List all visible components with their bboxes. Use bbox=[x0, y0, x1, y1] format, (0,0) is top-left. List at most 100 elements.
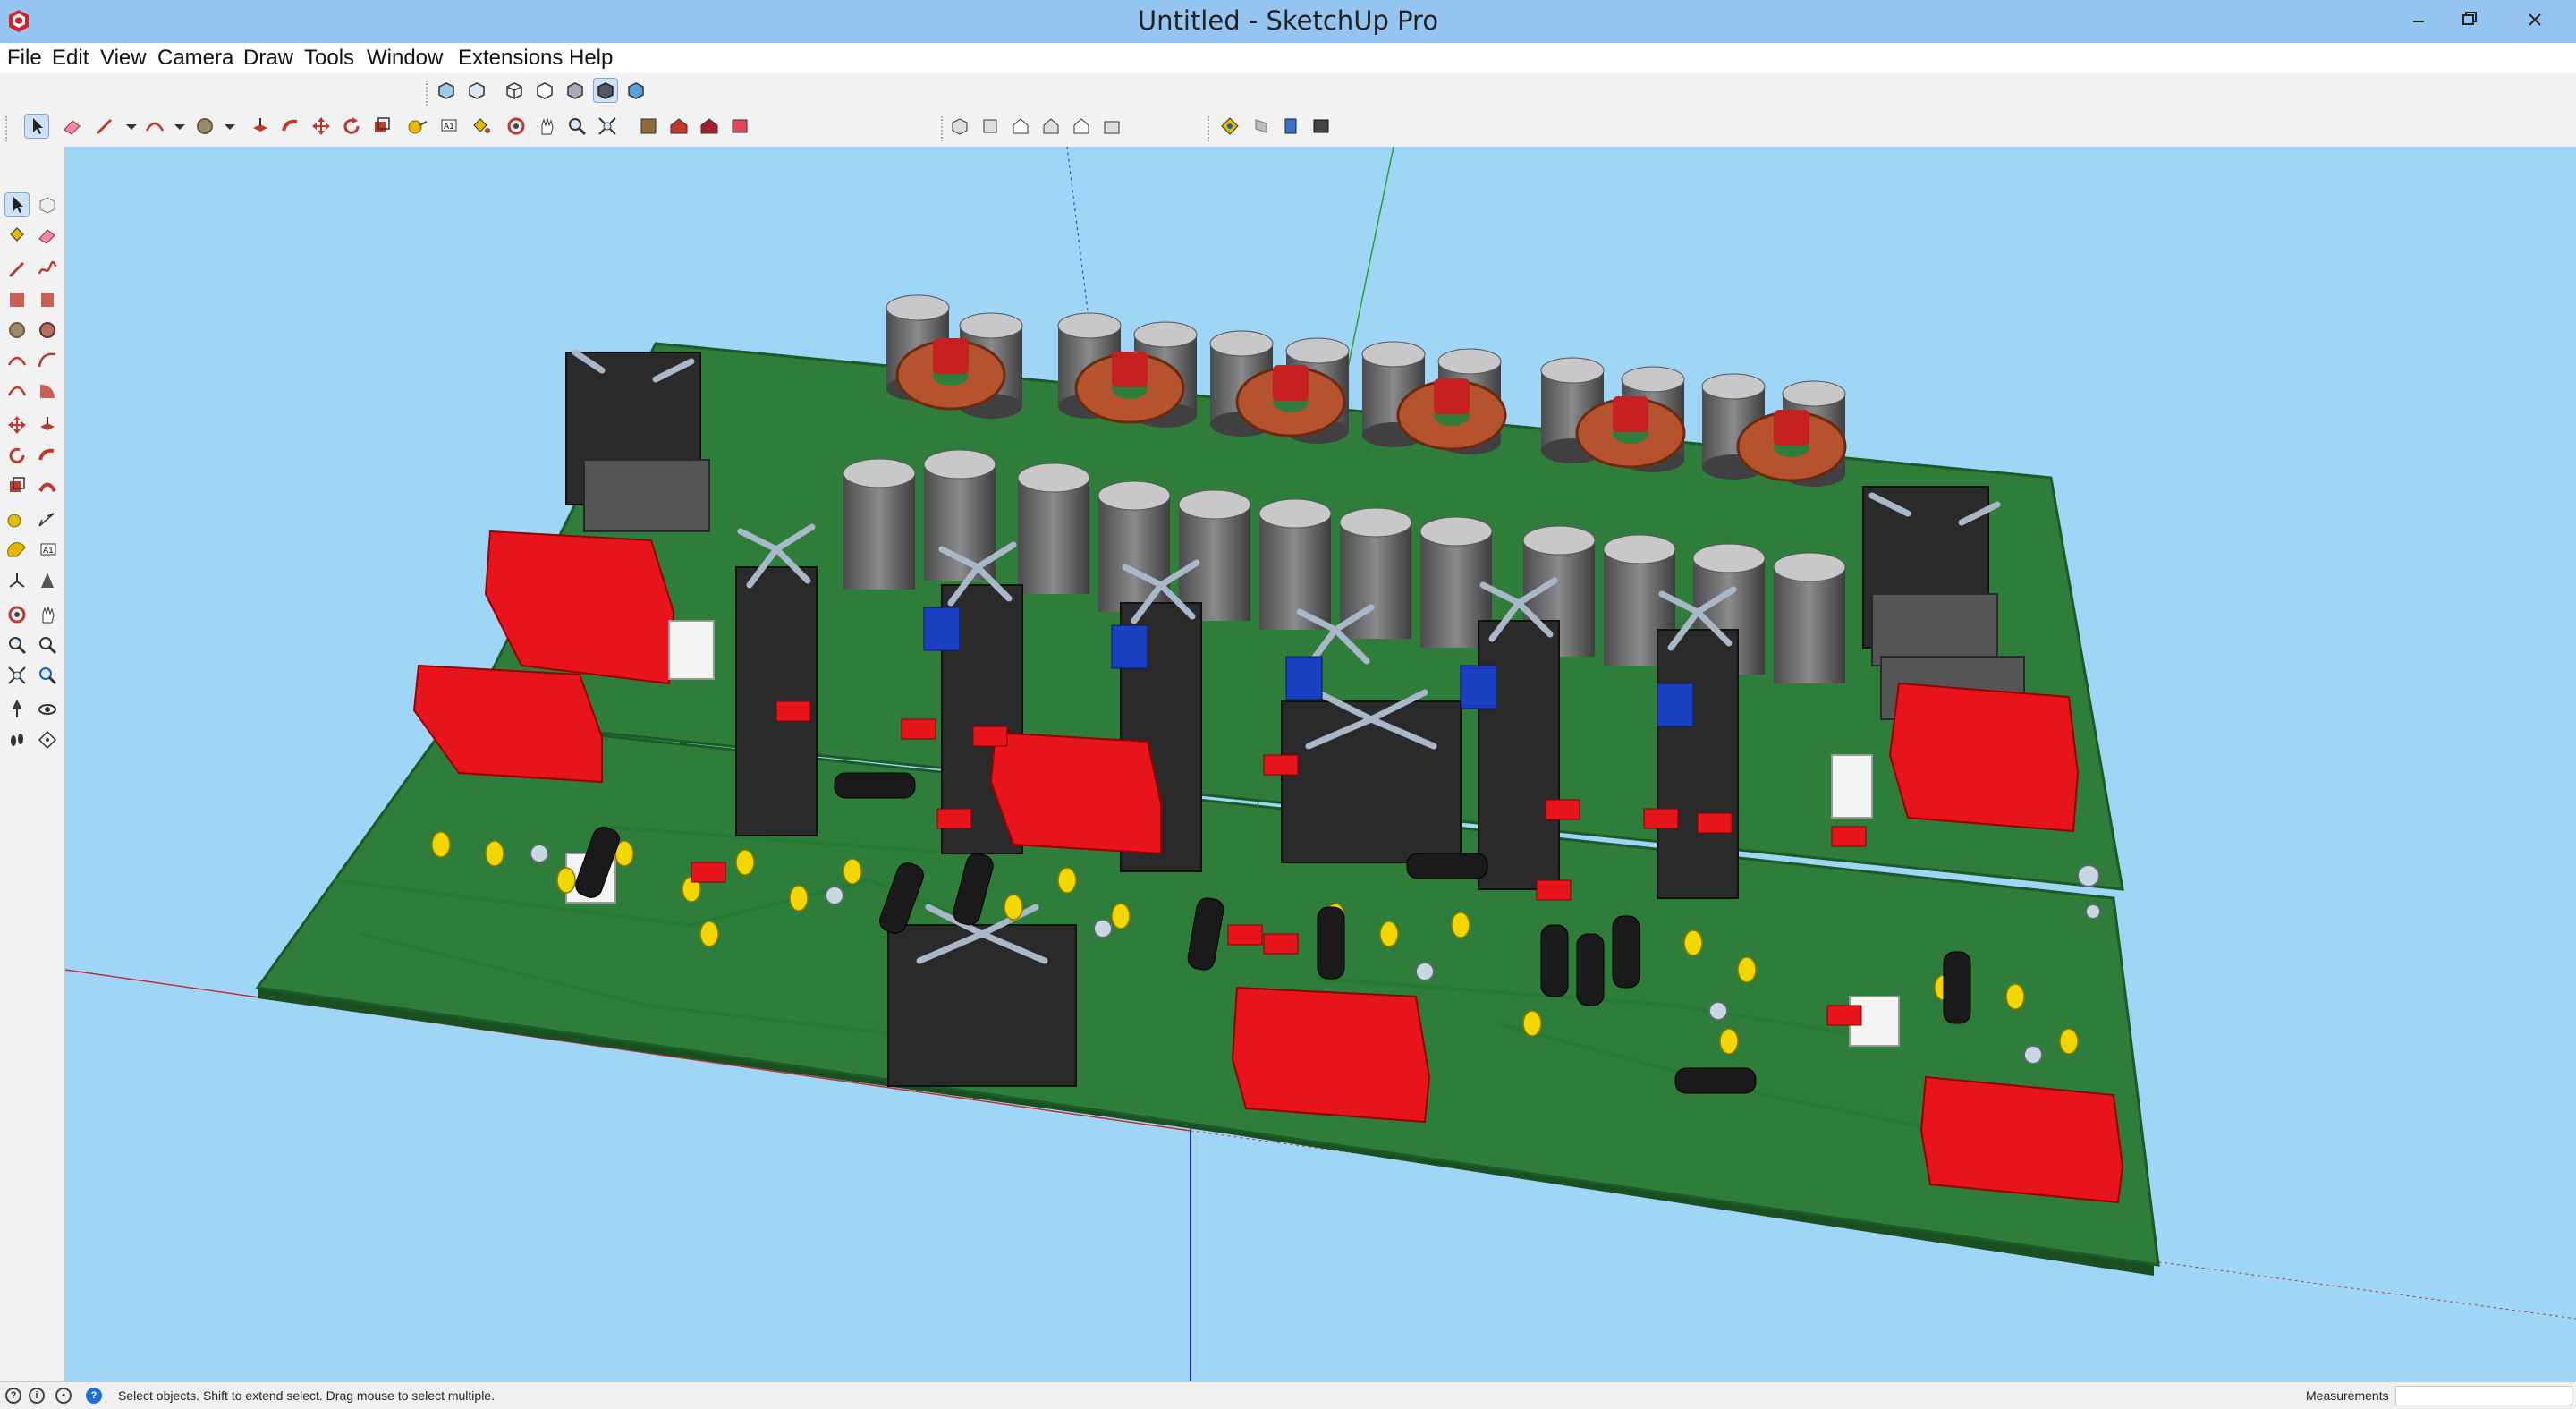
extension-warehouse-icon[interactable] bbox=[698, 115, 721, 138]
zoom-extents-tool-icon[interactable] bbox=[596, 115, 619, 138]
paint-bucket-tool-icon[interactable] bbox=[5, 224, 29, 247]
eraser-tool-icon[interactable] bbox=[36, 224, 59, 247]
tape-measure-tool-icon[interactable] bbox=[406, 115, 429, 138]
measurements-input[interactable] bbox=[2395, 1386, 2572, 1405]
dropdown-arrow-icon[interactable] bbox=[120, 115, 143, 138]
shaded-textures-style-icon[interactable] bbox=[593, 78, 618, 103]
dimension-tool-icon[interactable] bbox=[36, 508, 59, 531]
back-edges-style-icon[interactable] bbox=[465, 79, 488, 102]
polygon-tool-icon[interactable] bbox=[36, 318, 59, 342]
geo-location-icon[interactable]: ? bbox=[5, 1388, 21, 1404]
orbit-tool-icon[interactable] bbox=[504, 115, 528, 138]
iso-view-icon[interactable] bbox=[948, 115, 971, 138]
3d-text-tool-icon[interactable] bbox=[36, 569, 59, 592]
look-around-icon[interactable] bbox=[36, 698, 59, 721]
tape-measure-tool-icon[interactable] bbox=[5, 508, 29, 531]
push-pull-tool-icon[interactable] bbox=[36, 413, 59, 437]
three-point-arc-tool-icon[interactable] bbox=[5, 379, 29, 403]
menu-window[interactable]: Window bbox=[363, 46, 446, 71]
left-view-icon[interactable] bbox=[1100, 115, 1123, 138]
zoom-tool-icon[interactable] bbox=[5, 633, 29, 657]
circle-tool-icon[interactable] bbox=[193, 115, 216, 138]
3d-warehouse-icon[interactable] bbox=[667, 115, 691, 138]
zoom-window-tool-icon[interactable] bbox=[36, 633, 59, 657]
restore-button[interactable] bbox=[2444, 4, 2494, 36]
scale-tool-icon[interactable] bbox=[5, 474, 29, 497]
make-component-icon[interactable] bbox=[36, 193, 59, 216]
offset-tool-icon[interactable] bbox=[36, 474, 59, 497]
text-tool-icon[interactable]: A1 bbox=[436, 115, 460, 138]
toolbar-grip[interactable] bbox=[941, 116, 946, 141]
toolbar-grip[interactable] bbox=[426, 81, 431, 106]
eraser-tool-icon[interactable] bbox=[61, 115, 84, 138]
menu-view[interactable]: View bbox=[97, 46, 150, 71]
move-tool-icon[interactable] bbox=[309, 115, 333, 138]
text-tool-icon[interactable]: A1 bbox=[36, 539, 59, 562]
restore-icon bbox=[2462, 12, 2477, 25]
position-camera-icon[interactable] bbox=[5, 698, 29, 721]
pan-tool-icon[interactable] bbox=[36, 603, 59, 626]
two-point-arc-tool-icon[interactable] bbox=[36, 349, 59, 372]
move-tool-icon[interactable] bbox=[5, 413, 29, 437]
account-icon[interactable]: • bbox=[55, 1388, 72, 1404]
protractor-tool-icon[interactable] bbox=[5, 539, 29, 562]
minimize-button[interactable] bbox=[2394, 4, 2444, 36]
arc-tool-icon[interactable] bbox=[143, 115, 166, 138]
menu-file[interactable]: File bbox=[4, 46, 46, 71]
follow-me-tool-icon[interactable] bbox=[36, 444, 59, 467]
front-view-icon[interactable] bbox=[1009, 115, 1032, 138]
display-section-plane-icon[interactable] bbox=[1249, 115, 1272, 138]
circle-tool-icon[interactable] bbox=[5, 318, 29, 342]
select-tool-icon[interactable] bbox=[24, 114, 49, 139]
menu-tools[interactable]: Tools bbox=[301, 46, 358, 71]
zoom-extents-tool-icon[interactable] bbox=[5, 664, 29, 687]
dropdown-arrow-icon[interactable] bbox=[218, 115, 242, 138]
rotated-rectangle-tool-icon[interactable] bbox=[36, 288, 59, 311]
scale-tool-icon[interactable] bbox=[370, 115, 394, 138]
freehand-tool-icon[interactable] bbox=[36, 258, 59, 281]
axes-tool-icon[interactable] bbox=[5, 569, 29, 592]
rectangle-tool-icon[interactable] bbox=[5, 288, 29, 311]
menu-edit[interactable]: Edit bbox=[48, 46, 92, 71]
xray-style-icon[interactable] bbox=[435, 79, 458, 102]
arc-tool-icon[interactable] bbox=[5, 349, 29, 372]
menu-help[interactable]: Help bbox=[565, 46, 616, 71]
shaded-style-icon[interactable] bbox=[564, 79, 587, 102]
right-view-icon[interactable] bbox=[1039, 115, 1063, 138]
monochrome-style-icon[interactable] bbox=[624, 79, 648, 102]
line-tool-icon[interactable] bbox=[5, 258, 29, 281]
previous-view-icon[interactable] bbox=[36, 664, 59, 687]
paint-bucket-tool-icon[interactable] bbox=[469, 115, 492, 138]
toolbar-grip[interactable] bbox=[5, 116, 11, 141]
section-plane-icon[interactable] bbox=[1218, 115, 1241, 138]
menu-draw[interactable]: Draw bbox=[240, 46, 297, 71]
send-to-layout-icon[interactable] bbox=[728, 115, 751, 138]
wireframe-style-icon[interactable] bbox=[503, 79, 526, 102]
follow-me-tool-icon[interactable] bbox=[279, 115, 302, 138]
pie-tool-icon[interactable] bbox=[36, 379, 59, 403]
line-tool-icon[interactable] bbox=[93, 115, 116, 138]
credits-icon[interactable]: i bbox=[29, 1388, 45, 1404]
section-plane-icon[interactable] bbox=[36, 728, 59, 751]
rotate-tool-icon[interactable] bbox=[340, 115, 363, 138]
push-pull-tool-icon[interactable] bbox=[249, 115, 272, 138]
menu-extensions[interactable]: Extensions bbox=[454, 46, 566, 71]
top-view-icon[interactable] bbox=[979, 115, 1002, 138]
3d-viewport[interactable] bbox=[65, 147, 2576, 1381]
components-icon[interactable] bbox=[637, 115, 660, 138]
display-section-cut-icon[interactable] bbox=[1279, 115, 1302, 138]
select-tool-icon[interactable] bbox=[4, 192, 30, 217]
menu-camera[interactable]: Camera bbox=[154, 46, 237, 71]
walk-icon[interactable] bbox=[5, 728, 29, 751]
display-section-fill-icon[interactable] bbox=[1309, 115, 1333, 138]
pan-tool-icon[interactable] bbox=[535, 115, 558, 138]
instructor-icon[interactable]: ? bbox=[86, 1388, 102, 1404]
dropdown-arrow-icon[interactable] bbox=[168, 115, 191, 138]
rotate-tool-icon[interactable] bbox=[5, 444, 29, 467]
toolbar-grip[interactable] bbox=[1208, 116, 1213, 141]
orbit-tool-icon[interactable] bbox=[5, 603, 29, 626]
close-button[interactable] bbox=[2494, 4, 2576, 36]
hidden-line-style-icon[interactable] bbox=[533, 79, 556, 102]
back-view-icon[interactable] bbox=[1070, 115, 1093, 138]
zoom-tool-icon[interactable] bbox=[565, 115, 589, 138]
